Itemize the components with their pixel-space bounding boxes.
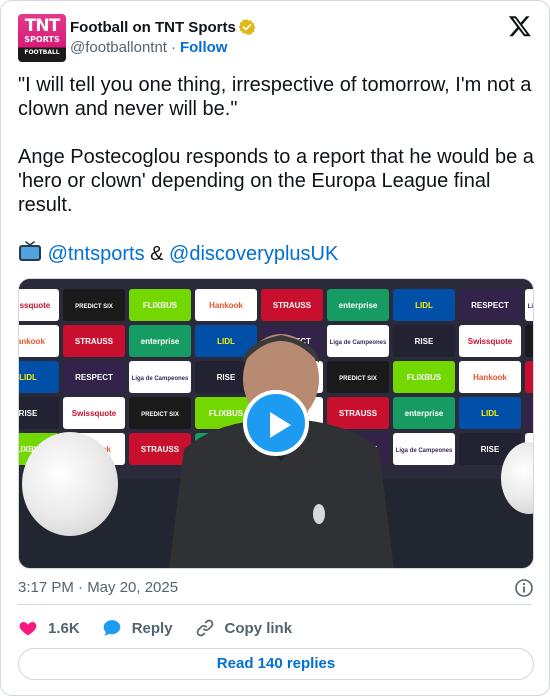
ampersand: & (150, 243, 164, 265)
avatar-logo-line1: TNT (24, 16, 60, 36)
reply-label: Reply (131, 619, 173, 637)
handle[interactable]: @footballontnt (70, 39, 167, 56)
timestamp[interactable]: 3:17 PM · May 20, 2025 (18, 579, 178, 596)
divider (18, 604, 532, 605)
like-count: 1.6K (48, 619, 80, 637)
play-icon (270, 412, 291, 438)
television-icon (19, 241, 41, 261)
heart-icon (19, 622, 37, 636)
display-name[interactable]: Football on TNT Sports (70, 19, 236, 36)
read-replies-button[interactable]: Read 140 replies (18, 648, 534, 680)
tweet-text: "I will tell you one thing, irrespective… (18, 73, 538, 266)
like-button[interactable]: 1.6K (18, 618, 80, 638)
reply-button[interactable]: Reply (102, 618, 173, 638)
football-left (22, 432, 118, 536)
follow-button[interactable]: Follow (180, 39, 228, 56)
tweet-body: Ange Postecoglou responds to a report th… (18, 146, 534, 216)
copy-link-label: Copy link (224, 619, 293, 637)
avatar[interactable]: TNT SPORTS FOOTBALL (18, 14, 66, 62)
tweet-card: TNT SPORTS FOOTBALL Football on TNT Spor… (0, 0, 550, 696)
tweet-mentions: @tntsports & @discoveryplusUK (18, 241, 538, 266)
avatar-logo-line2: SPORTS (24, 35, 60, 44)
mention-tntsports[interactable]: @tntsports (48, 243, 145, 265)
action-bar: 1.6K Reply Copy link (18, 614, 314, 642)
timestamp-row: 3:17 PM · May 20, 2025 (18, 578, 534, 598)
tweet-header: TNT SPORTS FOOTBALL Football on TNT Spor… (18, 14, 532, 62)
play-button[interactable] (243, 390, 309, 456)
reply-bubble-icon (103, 620, 121, 636)
handle-row: @footballontnt · Follow (70, 39, 227, 56)
avatar-logo-line3: FOOTBALL (24, 49, 60, 56)
mention-discoveryplus[interactable]: @discoveryplusUK (169, 243, 338, 265)
copy-link-button[interactable]: Copy link (195, 618, 293, 638)
x-logo-icon[interactable] (508, 14, 532, 38)
video-player[interactable]: SwissquotePREDICT SIXFLIXBUSHankookSTRAU… (18, 278, 534, 569)
info-icon[interactable] (514, 578, 534, 598)
separator-dot: · (170, 39, 176, 56)
name-row: Football on TNT Sports (70, 17, 256, 37)
link-icon (196, 619, 213, 637)
verified-badge-icon (238, 19, 256, 35)
tweet-quote: "I will tell you one thing, irrespective… (18, 74, 532, 120)
